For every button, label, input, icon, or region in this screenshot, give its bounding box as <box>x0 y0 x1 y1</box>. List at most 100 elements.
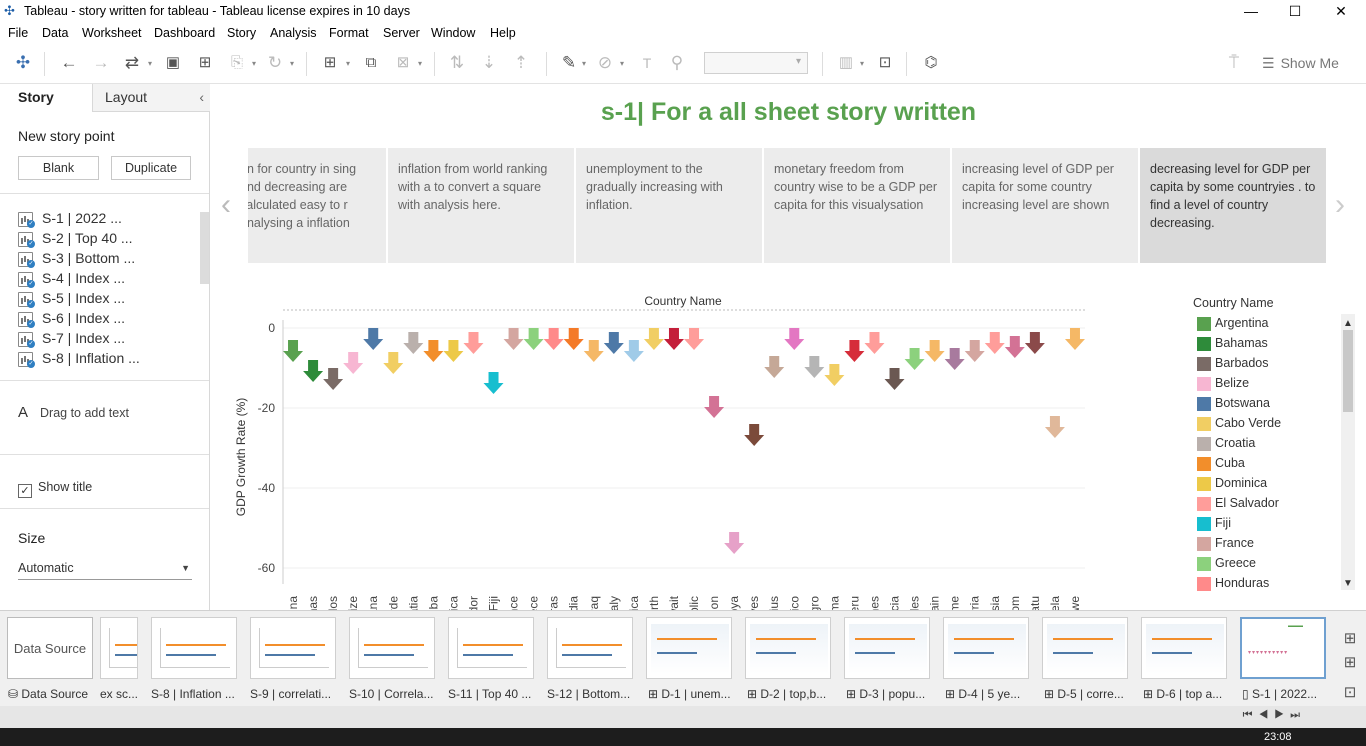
arrow-mark[interactable] <box>944 348 965 370</box>
arrow-mark[interactable] <box>403 332 424 354</box>
previous-story-point-icon[interactable]: ‹ <box>221 188 231 222</box>
sheet-thumbnail[interactable] <box>844 617 930 679</box>
arrow-mark[interactable] <box>704 396 725 418</box>
sheet-tab-label[interactable]: S-12 | Bottom... <box>547 687 630 701</box>
sort-ascending-icon[interactable]: ⇣ <box>478 52 500 74</box>
sheet-tab-label[interactable]: ⊞ D-5 | corre... <box>1044 687 1124 701</box>
arrow-mark[interactable] <box>1024 332 1045 354</box>
swap-rows-columns-icon[interactable]: ⇅ <box>446 52 468 74</box>
menu-help[interactable]: Help <box>490 26 516 40</box>
menu-story[interactable]: Story <box>227 26 256 40</box>
new-story-tab-icon[interactable]: ⊡ <box>1340 683 1360 703</box>
arrow-mark[interactable] <box>904 348 925 370</box>
sheet-thumbnail[interactable] <box>100 617 138 679</box>
menu-format[interactable]: Format <box>329 26 369 40</box>
size-select[interactable]: Automatic ▼ <box>18 558 192 580</box>
highlight-icon[interactable]: ✎ <box>558 52 580 74</box>
arrow-mark[interactable] <box>864 332 885 354</box>
sheet-tab-label[interactable]: ⊞ D-3 | popu... <box>846 687 925 701</box>
data-source-thumbnail[interactable]: Data Source <box>7 617 93 679</box>
sheet-tab-label[interactable]: ⊞ D-1 | unem... <box>648 687 731 701</box>
arrow-mark[interactable] <box>964 340 985 362</box>
arrow-mark[interactable] <box>684 328 705 350</box>
legend-scrollbar[interactable]: ▲ ▼ <box>1341 314 1355 590</box>
sheet-thumbnail[interactable] <box>943 617 1029 679</box>
arrow-mark[interactable] <box>1064 328 1085 350</box>
blank-button[interactable]: Blank <box>18 156 99 180</box>
close-button[interactable]: ✕ <box>1326 2 1356 20</box>
menu-window[interactable]: Window <box>431 26 475 40</box>
sheet-tab-label[interactable]: ⊞ D-6 | top a... <box>1143 687 1222 701</box>
arrow-mark[interactable] <box>623 340 644 362</box>
show-mark-labels-icon[interactable]: T <box>636 52 658 74</box>
sort-descending-icon[interactable]: ⇡ <box>510 52 532 74</box>
tab-layout[interactable]: Layout ‹ <box>92 84 210 112</box>
arrow-mark[interactable] <box>283 340 304 362</box>
menu-file[interactable]: File <box>8 26 28 40</box>
menu-data[interactable]: Data <box>42 26 68 40</box>
sheet-tab-label[interactable]: ⛁ Data Source <box>8 687 88 701</box>
arrow-mark[interactable] <box>984 332 1005 354</box>
sheet-tab-label[interactable]: S-9 | correlati... <box>250 687 331 701</box>
replay-icon[interactable]: ⇄ <box>120 52 144 74</box>
scroll-up-icon[interactable]: ▲ <box>1343 318 1353 329</box>
share-icon[interactable]: ⌬ <box>920 52 942 74</box>
arrow-mark[interactable] <box>764 356 785 378</box>
arrow-mark[interactable] <box>503 328 524 350</box>
arrow-mark[interactable] <box>423 340 444 362</box>
arrow-mark[interactable] <box>663 328 684 350</box>
collapse-icon[interactable]: ‹ <box>199 89 204 105</box>
arrow-mark[interactable] <box>483 372 504 394</box>
sheet-tab-label[interactable]: S-10 | Correla... <box>349 687 433 701</box>
arrow-mark[interactable] <box>1004 336 1025 358</box>
story-point-item[interactable]: ✓ S-7 | Index ... <box>18 330 200 350</box>
arrow-mark[interactable] <box>363 328 384 350</box>
arrow-mark[interactable] <box>924 340 945 362</box>
sheet-tab-label[interactable]: ex sc... <box>100 687 138 701</box>
sheet-thumbnail[interactable] <box>151 617 237 679</box>
arrow-mark[interactable] <box>804 356 825 378</box>
arrow-mark[interactable] <box>824 364 845 386</box>
story-point-item[interactable]: ✓ S-1 | 2022 ... <box>18 210 200 230</box>
undo-icon[interactable]: ← <box>58 52 80 74</box>
sheet-thumbnail[interactable] <box>646 617 732 679</box>
new-data-source-icon[interactable]: ⊞ <box>194 52 216 74</box>
arrow-mark[interactable] <box>523 328 544 350</box>
redo-icon[interactable]: → <box>90 52 112 74</box>
sheet-thumbnail[interactable] <box>1141 617 1227 679</box>
tab-story[interactable]: Story <box>0 84 92 112</box>
paste-icon[interactable]: ⎘ <box>226 52 248 74</box>
duplicate-sheet-icon[interactable]: ⧉ <box>360 52 382 74</box>
minimize-button[interactable]: — <box>1236 2 1266 20</box>
story-caption-selected[interactable]: decreasing level for GDP per capita by s… <box>1140 148 1326 263</box>
new-worksheet-tab-icon[interactable]: ⊞ <box>1340 629 1360 649</box>
format-painter-icon[interactable]: ⍑ <box>1222 52 1246 74</box>
arrow-mark[interactable] <box>583 340 604 362</box>
show-me-button[interactable]: ☰ Show Me <box>1262 55 1339 72</box>
menu-server[interactable]: Server <box>383 26 420 40</box>
fit-icon[interactable]: ▥ <box>834 52 858 74</box>
menu-analysis[interactable]: Analysis <box>270 26 317 40</box>
arrow-mark[interactable] <box>323 368 344 390</box>
drag-to-add-text[interactable]: A Drag to add text <box>18 404 129 421</box>
arrow-mark[interactable] <box>443 340 464 362</box>
maximize-button[interactable]: ☐ <box>1280 2 1310 20</box>
arrow-mark[interactable] <box>463 332 484 354</box>
clear-sheet-icon[interactable]: ⊠ <box>392 52 414 74</box>
story-caption[interactable]: increasing level of GDP per capita for s… <box>952 148 1138 263</box>
arrow-mark[interactable] <box>383 352 404 374</box>
duplicate-button[interactable]: Duplicate <box>111 156 191 180</box>
arrow-mark[interactable] <box>543 328 564 350</box>
sheet-tab-label[interactable]: S-8 | Inflation ... <box>151 687 235 701</box>
fix-axes-icon[interactable]: ⚲ <box>666 52 688 74</box>
story-point-item[interactable]: ✓ S-2 | Top 40 ... <box>18 230 200 250</box>
story-caption[interactable]: on for country in sing and decreasing ar… <box>248 148 386 263</box>
sheet-thumbnail[interactable] <box>547 617 633 679</box>
story-point-item[interactable]: ✓ S-3 | Bottom ... <box>18 250 200 270</box>
story-list-scrollbar[interactable] <box>200 212 209 284</box>
sheet-tab-label[interactable]: ⊞ D-2 | top,b... <box>747 687 826 701</box>
sheet-thumbnail[interactable] <box>349 617 435 679</box>
show-title-checkbox[interactable]: ✓ Show title <box>18 480 92 498</box>
story-point-item[interactable]: ✓ S-4 | Index ... <box>18 270 200 290</box>
format-dropdown[interactable] <box>704 52 808 74</box>
